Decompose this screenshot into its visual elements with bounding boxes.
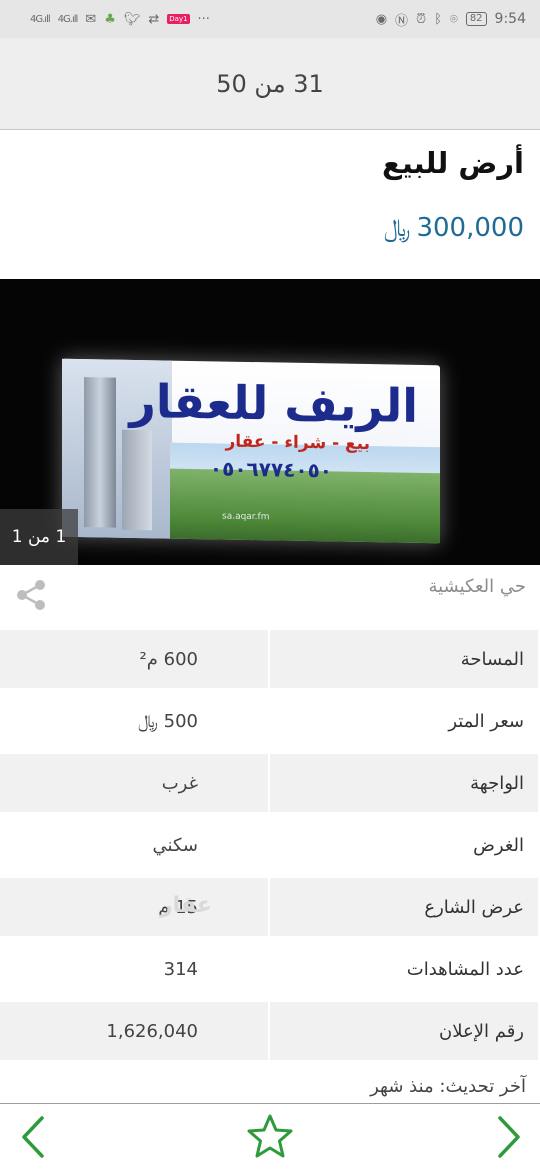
more-notifications: ··· [197,11,210,27]
last-updated: آخر تحديث: منذ شهر [370,1076,526,1097]
detail-value: 500 ﷼ [0,692,268,750]
battery-level: 82 [465,12,487,26]
signal-icon: 4G .ıll [30,13,51,25]
detail-row-meter-price: سعر المتر 500 ﷼ [0,690,540,752]
eye-icon: ◉ [375,11,388,27]
detail-row-facade: الواجهة غرب [0,752,540,814]
detail-row-ad-number: رقم الإعلان 1,626,040 [0,1000,540,1062]
detail-label: عدد المشاهدات [270,940,538,998]
bottom-nav [0,1103,540,1170]
location-icon: ⌾ [450,11,458,27]
chevron-right-icon[interactable] [482,1112,532,1162]
detail-label: عرض الشارع [270,878,538,936]
page-header: 31 من 50 [0,38,540,130]
detail-value: سكني [0,816,268,874]
twitter-icon: 🐦︎ [123,11,141,27]
status-right: ◉ Ⓝ ⏰︎ ᛒ ⌾ 82 9:54 [376,10,526,29]
detail-label: الواجهة [270,754,538,812]
clock: 9:54 [494,11,526,27]
detail-value: 600 م² [0,630,268,688]
sign-main-text: الريف للعقار [129,373,418,433]
detail-value: 314 [0,940,268,998]
sign-board: الريف للعقار بيع - شراء - عقار ٠٥٠٦٧٧٤٠٥… [62,358,440,544]
detail-label: المساحة [270,630,538,688]
detail-label: الغرض [270,816,538,874]
listing-title: أرض للبيع [382,146,524,180]
details-table: المساحة 600 م² سعر المتر 500 ﷼ الواجهة غ… [0,628,540,1062]
listing-price: 300,000 ﷼ [384,213,524,243]
share-icon[interactable] [14,578,48,612]
detail-label: رقم الإعلان [270,1002,538,1060]
tree-icon: ♣ [104,11,116,27]
detail-row-street-width: عرض الشارع 15 م [0,876,540,938]
signal-icon-2: 4G .ıll [57,13,79,25]
nfc-icon: Ⓝ [395,13,409,29]
district-label: حي العكيشية [428,576,526,597]
bluetooth-icon: ᛒ [434,11,442,27]
watermark-logo: عقار [160,893,212,918]
chevron-left-icon[interactable] [10,1112,60,1162]
mail-icon: ✉ [85,11,97,27]
photo-counter: 1 من 1 [0,509,78,565]
alarm-icon: ⏰︎ [416,11,427,27]
status-left: 4G .ıll 4G .ıll ✉ ♣ 🐦︎ ⇄ Day1 ··· [30,12,210,27]
star-outline-icon[interactable] [245,1112,295,1162]
detail-row-purpose: الغرض سكني [0,814,540,876]
detail-row-area: المساحة 600 م² [0,628,540,690]
price-value: 300,000 [416,213,524,243]
sign-phone: ٠٥٠٦٧٧٤٠٥٠ [209,456,332,483]
detail-value: 15 م [0,878,268,936]
sign-sub-text: بيع - شراء - عقار [225,431,370,455]
listing-photo[interactable]: الريف للعقار بيع - شراء - عقار ٠٥٠٦٧٧٤٠٥… [0,279,540,565]
building-image [122,429,152,531]
detail-row-views: عدد المشاهدات 314 [0,938,540,1000]
sync-icon: ⇄ [148,11,160,27]
listing-counter: 31 من 50 [216,69,324,98]
status-bar: 4G .ıll 4G .ıll ✉ ♣ 🐦︎ ⇄ Day1 ··· ◉ Ⓝ ⏰︎ ᛒ… [0,0,540,38]
clock-tower-image [84,377,116,528]
sign-site: sa.aqar.fm [222,511,270,523]
app-badge: Day1 [167,14,190,24]
currency-symbol: ﷼ [383,214,411,242]
detail-value: 1,626,040 [0,1002,268,1060]
detail-label: سعر المتر [270,692,538,750]
detail-value: غرب [0,754,268,812]
